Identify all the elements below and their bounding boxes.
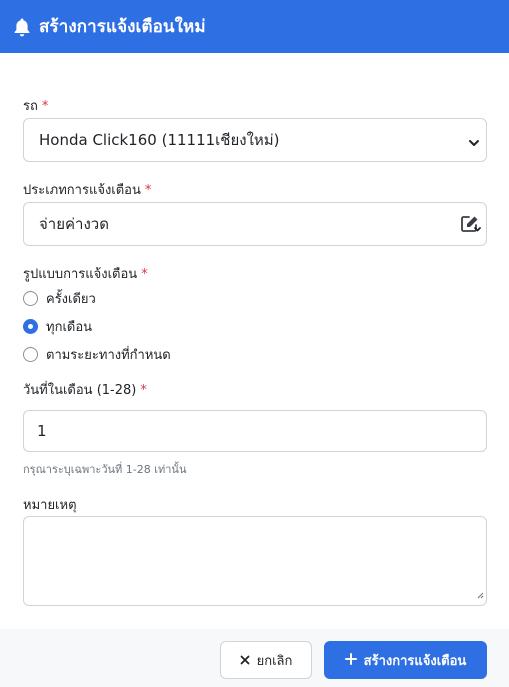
resize-handle-icon[interactable]: [476, 584, 484, 603]
vehicle-label: รถ *: [23, 99, 49, 114]
alert-type-value: จ่ายค่างวด: [39, 215, 109, 233]
vehicle-select[interactable]: Honda Click160 (11111เชียงใหม่): [23, 118, 487, 162]
edit-icon[interactable]: [460, 214, 482, 238]
modal-footer: ยกเลิก สร้างการแจ้งเตือน: [0, 629, 509, 687]
required-mark: *: [144, 183, 152, 198]
modal-header: สร้างการแจ้งเตือนใหม่: [0, 0, 509, 53]
note-label: หมายเหตุ: [23, 498, 77, 513]
note-textarea[interactable]: [23, 516, 487, 606]
cancel-button-label: ยกเลิก: [256, 653, 293, 669]
radio-button[interactable]: [23, 347, 38, 362]
create-alert-button[interactable]: สร้างการแจ้งเตือน: [324, 641, 487, 679]
alert-type-field[interactable]: จ่ายค่างวด: [23, 202, 487, 246]
radio-monthly[interactable]: ทุกเดือน: [23, 316, 92, 337]
cancel-button[interactable]: ยกเลิก: [220, 641, 312, 679]
modal-title: สร้างการแจ้งเตือนใหม่: [39, 17, 206, 37]
required-mark: *: [141, 267, 148, 282]
radio-once[interactable]: ครั้งเดียว: [23, 288, 96, 309]
day-help-text: กรุณาระบุเฉพาะวันที่ 1-28 เท่านั้น: [23, 463, 187, 476]
day-of-month-value: 1: [37, 422, 47, 440]
day-of-month-input[interactable]: 1: [23, 410, 487, 452]
create-alert-button-label: สร้างการแจ้งเตือน: [363, 653, 467, 669]
required-mark: *: [41, 99, 49, 114]
vehicle-select-value: Honda Click160 (11111เชียงใหม่): [39, 131, 280, 149]
type-label: ประเภทการแจ้งเตือน *: [23, 183, 152, 198]
close-icon: [240, 653, 250, 668]
plus-icon: [344, 652, 357, 668]
format-label: รูปแบบการแจ้งเตือน *: [23, 267, 148, 282]
radio-distance[interactable]: ตามระยะทางที่กำหนด: [23, 344, 171, 365]
radio-button[interactable]: [23, 291, 38, 306]
chevron-down-icon: [468, 134, 480, 153]
bell-icon: [13, 17, 33, 37]
radio-button-checked[interactable]: [23, 319, 38, 334]
day-label: วันที่ในเดือน (1-28) *: [23, 383, 147, 398]
required-mark: *: [140, 383, 147, 398]
